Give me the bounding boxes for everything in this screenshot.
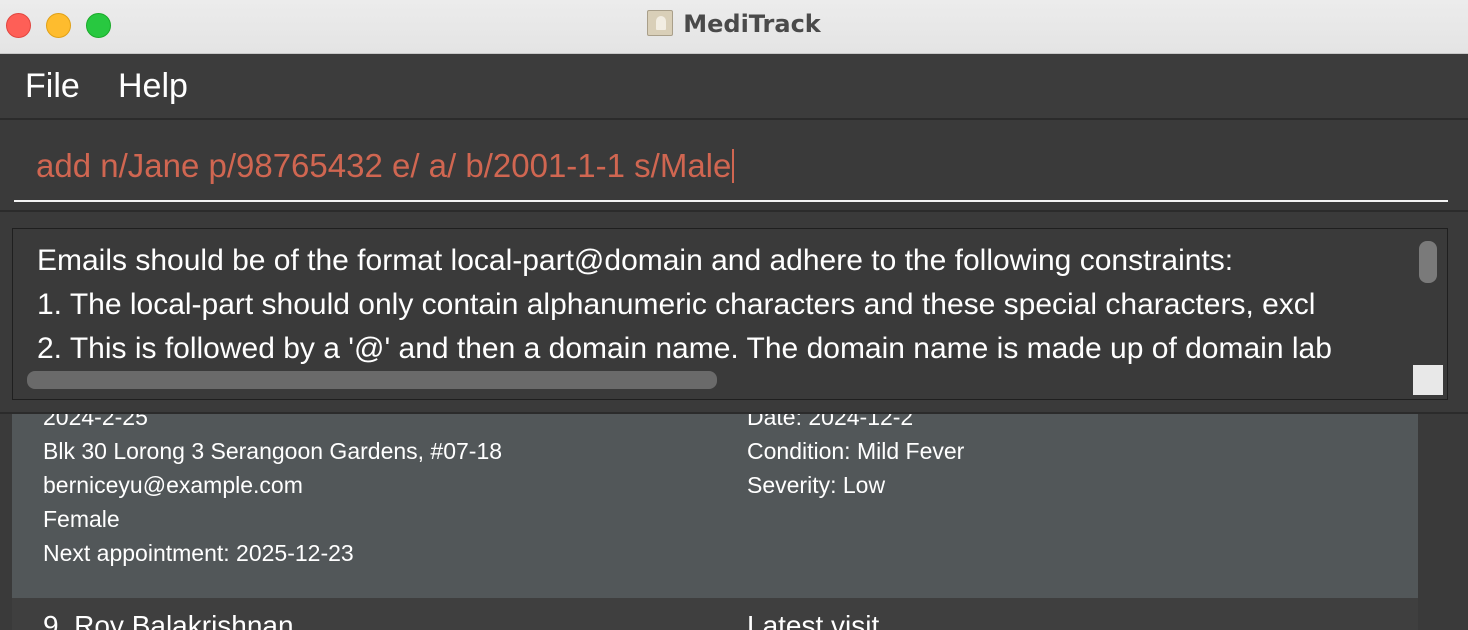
person-card[interactable]: 9. Roy Balakrishnan Latest visit [12, 598, 1418, 630]
latest-visit-details: Date: 2024-12-2 Condition: Mild Fever Se… [747, 414, 964, 502]
person-name: 9. Roy Balakrishnan [43, 610, 294, 630]
title-bar: MediTrack [0, 0, 1468, 54]
visit-date: Date: 2024-12-2 [747, 414, 914, 430]
menu-help[interactable]: Help [118, 67, 188, 106]
command-box: add n/Jane p/98765432 e/ a/ b/2001-1-1 s… [0, 120, 1468, 212]
result-line: 1. The local-part should only contain al… [37, 288, 1316, 321]
horizontal-scrollbar-thumb[interactable] [27, 371, 717, 389]
person-sex: Female [43, 506, 120, 532]
app-icon [647, 10, 674, 36]
list-scrollbar-track[interactable] [1418, 414, 1468, 630]
result-text: Emails should be of the format local-par… [37, 239, 1417, 379]
text-caret [732, 149, 735, 183]
visit-condition: Condition: Mild Fever [747, 438, 965, 464]
result-display-panel: Emails should be of the format local-par… [0, 212, 1468, 414]
scrollbar-corner [1413, 365, 1443, 395]
command-input-text: add n/Jane p/98765432 e/ a/ b/2001-1-1 s… [36, 147, 732, 184]
person-next-appointment: Next appointment: 2025-12-23 [43, 540, 354, 566]
person-address: Blk 30 Lorong 3 Serangoon Gardens, #07-1… [43, 438, 503, 464]
latest-visit-heading: Latest visit [747, 610, 880, 630]
vertical-scrollbar-thumb[interactable] [1419, 241, 1437, 283]
result-display[interactable]: Emails should be of the format local-par… [12, 228, 1448, 400]
person-birthdate: 2024-2-25 [43, 414, 148, 430]
person-details: 2024-2-25 Blk 30 Lorong 3 Serangoon Gard… [43, 414, 502, 570]
command-input[interactable]: add n/Jane p/98765432 e/ a/ b/2001-1-1 s… [14, 136, 1448, 202]
person-card-selected[interactable]: 2024-2-25 Blk 30 Lorong 3 Serangoon Gard… [12, 414, 1418, 598]
visit-severity: Severity: Low [747, 472, 886, 498]
window-title-text: MediTrack [683, 10, 821, 38]
result-line: 2. This is followed by a '@' and then a … [37, 332, 1332, 365]
person-list: 2024-2-25 Blk 30 Lorong 3 Serangoon Gard… [0, 414, 1468, 630]
menu-bar: File Help [0, 54, 1468, 120]
window-title: MediTrack [0, 10, 1468, 38]
result-line: Emails should be of the format local-par… [37, 244, 1234, 277]
person-email: berniceyu@example.com [43, 472, 303, 498]
menu-file[interactable]: File [25, 67, 80, 106]
